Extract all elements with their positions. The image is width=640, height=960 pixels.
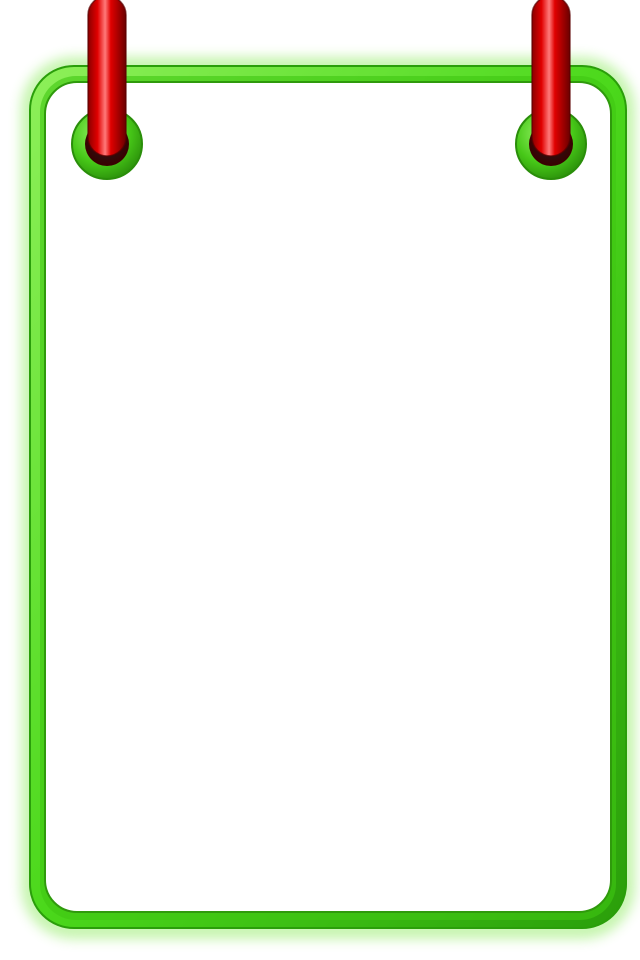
hanging-sign-scene — [0, 0, 640, 960]
sign-content-area — [46, 82, 610, 910]
